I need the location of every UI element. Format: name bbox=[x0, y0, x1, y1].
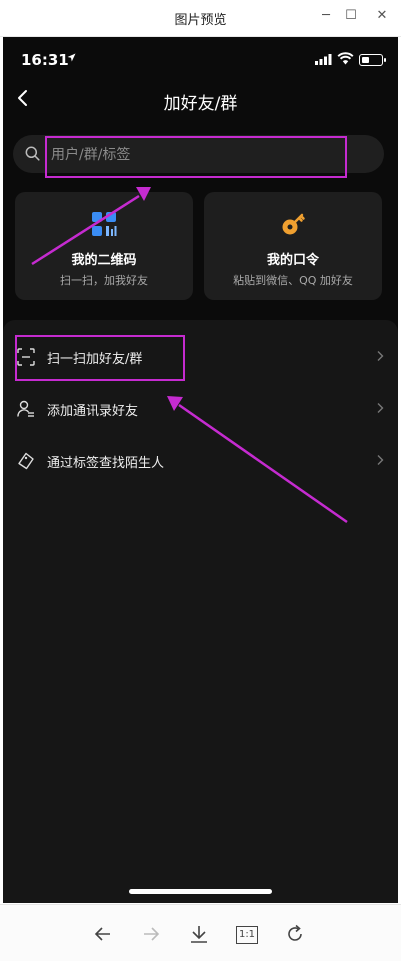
image-viewer-window: 图片预览 ─ ☐ ✕ 16:31 加好友/群 用户/群/标签 我的二维码 扫一扫… bbox=[0, 0, 401, 961]
viewer-toolbar: 1:1 bbox=[0, 904, 401, 961]
rotate-icon[interactable] bbox=[284, 923, 306, 945]
arrow-to-search-icon bbox=[31, 187, 151, 266]
back-arrow-icon[interactable] bbox=[92, 923, 114, 945]
forward-arrow-icon[interactable] bbox=[140, 923, 162, 945]
annotation-arrows bbox=[31, 187, 348, 524]
actual-size-icon[interactable]: 1:1 bbox=[236, 926, 258, 944]
download-icon[interactable] bbox=[188, 923, 210, 945]
arrow-to-scan-icon bbox=[167, 396, 348, 524]
